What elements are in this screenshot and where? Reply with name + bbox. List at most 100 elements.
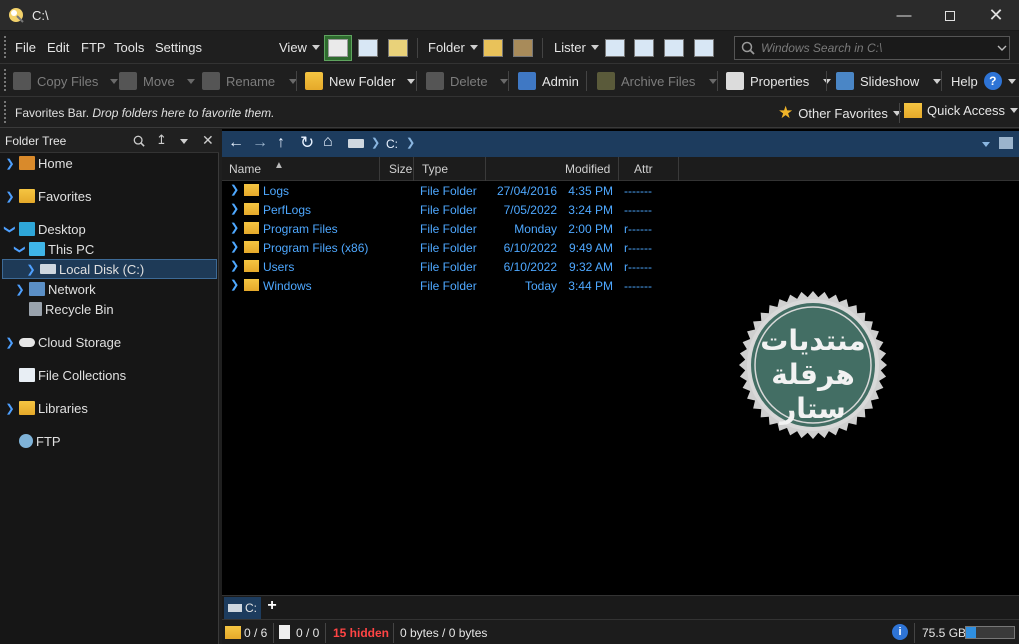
column-attr[interactable]: Attr — [634, 162, 653, 176]
archive-files-button[interactable]: Archive Files — [597, 71, 718, 91]
column-size[interactable]: Size — [389, 162, 412, 176]
chevron-right-icon[interactable]: ❯ — [5, 336, 15, 349]
details-view-button[interactable] — [324, 35, 352, 61]
file-type: File Folder — [420, 184, 477, 198]
lister-dual-button[interactable] — [634, 39, 654, 57]
chevron-right-icon[interactable]: ❯ — [230, 259, 239, 272]
tree-item-libraries[interactable]: ❯ Libraries — [5, 398, 87, 418]
tree-item-ftp[interactable]: FTP — [5, 431, 61, 451]
copy-files-button[interactable]: Copy Files — [13, 71, 119, 91]
tree-item-network[interactable]: ❯ Network — [15, 279, 95, 299]
chevron-down-icon[interactable]: ❯ — [4, 224, 17, 234]
menu-ftp[interactable]: FTP — [81, 40, 106, 55]
table-row[interactable]: ❯ PerfLogs File Folder 7/05/2022 3:24 PM ----… — [222, 200, 1019, 219]
quick-access-dropdown[interactable]: Quick Access — [904, 103, 1019, 118]
search-icon[interactable] — [133, 135, 145, 147]
move-icon — [119, 72, 137, 90]
chevron-right-icon[interactable]: ❯ — [15, 283, 25, 296]
admin-button[interactable]: Admin — [518, 71, 579, 91]
chevron-right-icon[interactable]: ❯ — [230, 221, 239, 234]
chevron-down-icon — [110, 78, 119, 84]
column-divider[interactable] — [379, 157, 380, 181]
menu-file[interactable]: File — [15, 40, 36, 55]
pane-toggle-icon[interactable] — [999, 137, 1013, 149]
file-name: PerfLogs — [263, 203, 312, 217]
file-type: File Folder — [420, 222, 477, 236]
tree-item-local-disk[interactable]: ❯ Local Disk (C:) — [2, 259, 217, 279]
tree-item-cloud-storage[interactable]: ❯ Cloud Storage — [5, 332, 121, 352]
hidden-count[interactable]: 15 hidden — [333, 626, 389, 640]
chevron-right-icon[interactable]: ❯ — [230, 278, 239, 291]
thumbnails-view-button[interactable] — [388, 39, 408, 57]
chevron-right-icon[interactable]: ❯ — [5, 157, 15, 170]
properties-button[interactable]: Properties — [726, 71, 832, 91]
refresh-icon[interactable]: ↻ — [300, 133, 314, 153]
tree-item-favorites[interactable]: ❯ Favorites — [5, 186, 91, 206]
column-divider[interactable] — [678, 157, 679, 181]
home-icon[interactable]: ⌂ — [323, 133, 333, 151]
tree-item-recycle-bin[interactable]: Recycle Bin — [15, 299, 114, 319]
collapse-all-icon[interactable]: ↥ — [156, 132, 167, 148]
column-divider[interactable] — [485, 157, 486, 181]
chevron-right-icon[interactable]: ❯ — [26, 263, 36, 276]
power-view-button[interactable] — [358, 39, 378, 57]
chevron-right-icon[interactable]: ❯ — [230, 240, 239, 253]
column-name[interactable]: Name — [229, 162, 261, 176]
new-tab-button[interactable]: + — [264, 597, 280, 619]
menu-edit[interactable]: Edit — [47, 40, 69, 55]
maximize-button[interactable] — [927, 0, 973, 31]
lister-single-button[interactable] — [605, 39, 625, 57]
tab-c-drive[interactable]: C: — [224, 597, 261, 619]
new-folder-button[interactable]: New Folder — [305, 71, 416, 91]
close-button[interactable]: ✕ — [973, 0, 1019, 31]
forward-arrow-icon[interactable]: → — [252, 134, 268, 152]
chevron-right-icon[interactable]: ❯ — [5, 402, 15, 415]
menu-tools[interactable]: Tools — [114, 40, 144, 55]
info-icon[interactable]: i — [892, 624, 908, 640]
column-divider[interactable] — [618, 157, 619, 181]
column-divider[interactable] — [413, 157, 414, 181]
tree-item-home[interactable]: ❯ Home — [5, 153, 72, 173]
tree-item-file-collections[interactable]: File Collections — [5, 365, 126, 385]
slideshow-button[interactable]: Slideshow — [836, 71, 942, 91]
folder-layout-button[interactable] — [483, 39, 503, 57]
breadcrumb-separator-icon[interactable]: ❯ — [406, 136, 415, 149]
lister-dropdown[interactable]: Lister — [554, 40, 599, 55]
breadcrumb-segment[interactable]: C: — [386, 137, 398, 151]
table-row[interactable]: ❯ Windows File Folder Today 3:44 PM ------- — [222, 276, 1019, 295]
other-favorites-dropdown[interactable]: ★ Other Favorites — [778, 103, 901, 123]
folder-dropdown[interactable]: Folder — [428, 40, 478, 55]
chevron-down-icon[interactable] — [982, 142, 990, 147]
chevron-right-icon[interactable]: ❯ — [230, 183, 239, 196]
lister-viewer-button[interactable] — [694, 39, 714, 57]
tree-item-desktop[interactable]: ❯ Desktop — [4, 219, 86, 239]
back-arrow-icon[interactable]: ← — [228, 134, 244, 152]
chevron-down-icon — [186, 78, 195, 84]
column-modified[interactable]: Modified — [565, 162, 610, 176]
move-button[interactable]: Move — [119, 71, 195, 91]
chevron-right-icon[interactable]: ❯ — [230, 202, 239, 215]
chevron-down-icon[interactable]: ❯ — [14, 244, 27, 254]
folder-layout-alt-button[interactable] — [513, 39, 533, 57]
close-icon[interactable]: ✕ — [202, 132, 214, 149]
menu-settings[interactable]: Settings — [155, 40, 202, 55]
chevron-down-icon[interactable] — [997, 45, 1007, 52]
toolbar-separator — [941, 71, 942, 91]
table-row[interactable]: ❯ Users File Folder 6/10/2022 9:32 AM r------ — [222, 257, 1019, 276]
help-button[interactable]: Help ? — [951, 71, 1016, 91]
tree-item-this-pc[interactable]: ❯ This PC — [14, 239, 95, 259]
table-row[interactable]: ❯ Program Files (x86) File Folder 6/10/2022… — [222, 238, 1019, 257]
table-row[interactable]: ❯ Program Files File Folder Monday 2:00 PM r-… — [222, 219, 1019, 238]
view-dropdown[interactable]: View — [279, 40, 320, 55]
file-name: Users — [263, 260, 295, 274]
minimize-button[interactable]: — — [881, 0, 927, 31]
rename-button[interactable]: Rename — [202, 71, 298, 91]
chevron-right-icon[interactable]: ❯ — [5, 190, 15, 203]
delete-button[interactable]: Delete — [426, 71, 508, 91]
table-row[interactable]: ❯ Logs File Folder 27/04/2016 4:35 PM ------- — [222, 181, 1019, 200]
search-input[interactable]: Windows Search in C:\ — [734, 36, 1010, 60]
up-arrow-icon[interactable]: ↑ — [277, 134, 285, 152]
lister-tree-button[interactable] — [664, 39, 684, 57]
column-type[interactable]: Type — [422, 162, 448, 176]
chevron-down-icon[interactable] — [180, 139, 188, 144]
